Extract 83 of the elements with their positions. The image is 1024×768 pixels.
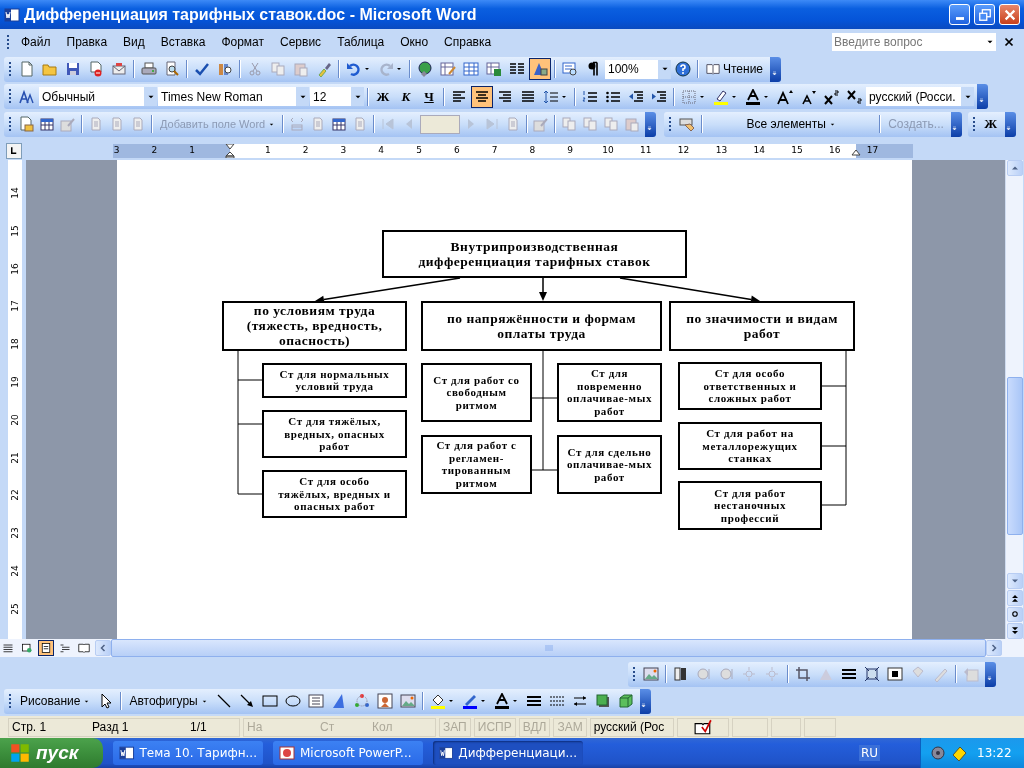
autoshapes-menu[interactable]: Автофигуры [125,692,212,711]
menu-item[interactable]: Вид [115,33,153,52]
ruler-number: 1 [189,145,196,156]
ruler-number: 6 [453,145,460,156]
status-text: Стр. 1 [12,720,48,735]
ruler-number: 5 [416,145,422,156]
status-language: русский (Рос [589,717,674,737]
language-dropdown[interactable]: русский (Росси. [866,87,974,107]
diagram-box: Ст для повременно оплачивае-мых работ [557,362,662,422]
ruler-number: 8 [529,145,536,156]
ruler-number: 10 [602,145,614,156]
ruler-number: 17 [866,145,879,156]
ruler-number: 16 [9,262,20,275]
ruler-number: 15 [9,225,20,237]
ruler-number: 2 [302,145,309,156]
diagram-box: Ст для работ на металлорежущих станках [678,421,822,470]
diagram-box: Ст для нормальных условий труда [262,362,407,398]
diagram-box: Ст для особо ответственных и сложных работ [678,361,822,410]
ruler-number: 12 [677,145,690,156]
bold-button[interactable]: Ж [979,113,1002,136]
menu-item[interactable]: Вставка [152,33,214,52]
ruler-number: 21 [9,451,20,464]
menu-item[interactable]: Правка [58,33,116,52]
font-dropdown[interactable]: Times New Roman [158,87,309,107]
diagram-box: Ст для работ с регламен-тированным ритмом [421,434,532,494]
zoom-dropdown[interactable]: 100% [605,59,671,79]
diagram-box: Ст для работ нестаночных профессий [678,480,822,530]
status-text: Кол [372,720,394,735]
ruler-number: 14 [753,145,765,156]
font-size-dropdown[interactable]: 12 [310,87,364,107]
ruler-number: 15 [791,145,803,156]
ruler-number: 14 [9,187,20,199]
taskbar-button[interactable]: Тема 10. Тарифн... [113,740,263,765]
ruler-number: 13 [715,145,728,156]
ruler-number: 9 [567,145,574,156]
ruler-number: 11 [640,145,652,156]
filter-dropdown[interactable]: Все элементы [706,115,877,134]
status-text: Ст [320,720,336,735]
taskbar-button[interactable]: Дифференциаци... [433,740,583,765]
menu-item[interactable]: Файл [13,33,59,52]
ruler-number: 23 [9,527,20,539]
style-dropdown[interactable]: Обычный [39,87,157,107]
menu-item[interactable]: Таблица [329,33,393,52]
ruler-number: 2 [151,145,158,156]
ruler-number: 4 [378,145,385,156]
ruler-number: 18 [9,338,20,350]
ruler-number: 7 [491,145,498,156]
diagram-box: по напряжённости и формам оплаты труда [421,300,662,351]
ruler-number: 3 [340,145,347,156]
taskbar-button[interactable]: Microsoft PowerP... [273,740,423,765]
diagram-box: по значимости и видам работ [669,300,855,351]
diagram-box: Ст для тяжёлых, вредных, опасных работ [262,409,407,458]
ruler-number: 16 [829,145,841,156]
menu-item[interactable]: Сервис [272,33,330,52]
ruler-number: 1 [264,145,271,156]
ruler-number: 17 [9,300,20,313]
status-text: На [247,720,264,735]
status-text: Разд 1 [92,720,130,735]
bold-button[interactable]: Ж [372,85,394,108]
menu-item[interactable]: Справка [436,33,500,52]
ruler-number: 3 [113,145,120,156]
ruler-number: 19 [9,376,20,388]
diagram-box: Ст для особо тяжёлых, вредных и опасных работ [262,469,407,518]
italic-button[interactable]: К [395,85,417,108]
menu-item[interactable]: Окно [392,33,437,52]
language-indicator[interactable]: RU [858,744,880,761]
drawing-menu[interactable]: Рисование [16,692,95,711]
clock: 13:22 [977,745,1012,760]
start-button[interactable]: пуск [0,737,103,768]
window-title: Дифференциация тарифных ставок.doc - Microsoft Word [24,5,478,24]
diagram-box: Внутрипроизводственная дифференциация тарифных ставок [382,229,687,278]
underline-button[interactable]: Ч [418,85,440,108]
ruler-number: 20 [9,414,20,426]
ruler-number: 25 [9,603,20,615]
ruler-number: 24 [9,565,20,577]
ruler-number: 22 [9,489,20,502]
help-search-field[interactable]: Введите вопрос [832,33,983,52]
status-text: 1/1 [190,720,208,735]
diagram-box: по условиям труда (тяжесть, вредность, опасность) [222,300,407,351]
diagram-box: Ст для сдельно оплачивае-мых работ [557,434,662,494]
menu-item[interactable]: Формат [213,33,273,52]
diagram-box: Ст для работ со свободным ритмом [421,362,532,422]
reading-button[interactable]: Чтение [702,60,768,79]
